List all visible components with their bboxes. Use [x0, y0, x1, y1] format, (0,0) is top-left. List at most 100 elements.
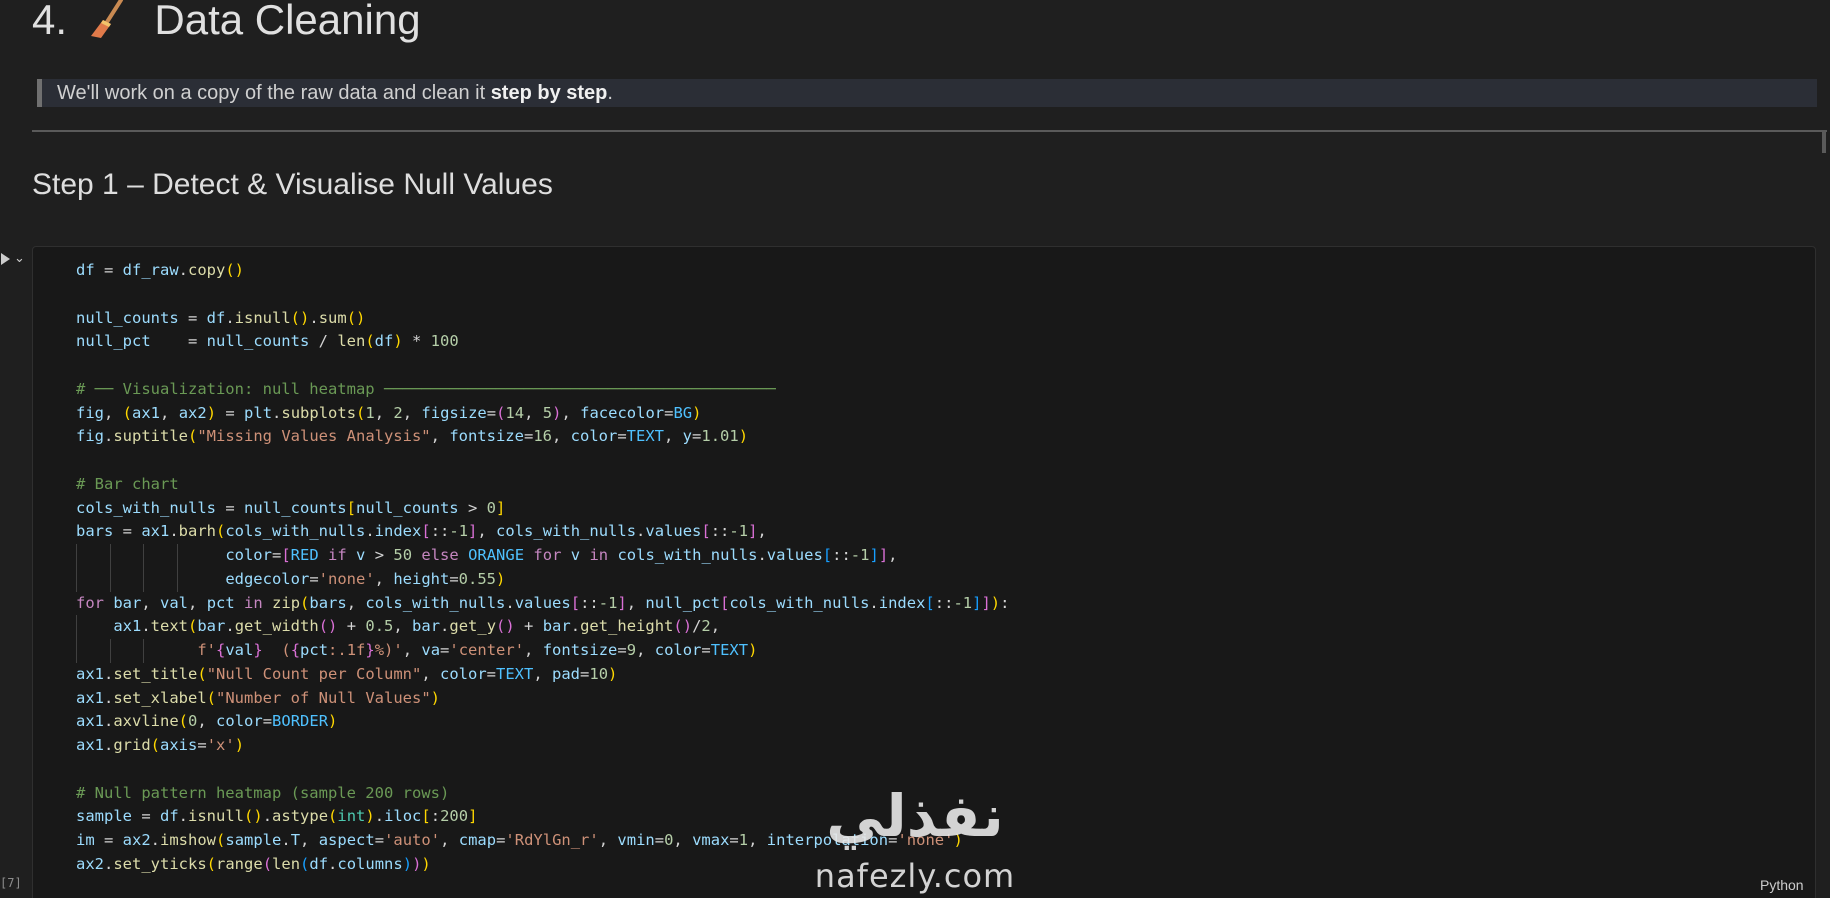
horizontal-rule — [32, 130, 1827, 132]
code-token: ( — [216, 831, 226, 849]
code-token: = — [486, 403, 497, 422]
code-token: height — [393, 569, 450, 588]
code-token: 16 — [533, 427, 552, 446]
scrollbar-thumb[interactable] — [1822, 131, 1826, 153]
code-token: = — [654, 831, 665, 849]
code-token: , — [524, 403, 543, 422]
code-token: . — [440, 617, 450, 636]
code-token: , — [673, 831, 693, 849]
code-token: 14 — [505, 403, 525, 422]
code-token: cols_with_nulls — [496, 522, 637, 541]
code-token: values — [645, 522, 702, 541]
code-token: = — [449, 569, 459, 588]
code-token: } — [253, 641, 263, 659]
code-token: pct — [300, 641, 329, 659]
code-token: = — [523, 427, 534, 446]
code-token: get_y — [449, 617, 497, 636]
code-token: ORANGE — [468, 546, 525, 564]
code-token: -1 — [598, 593, 618, 612]
code-token: () — [346, 308, 366, 327]
code-token: BG — [673, 403, 693, 422]
code-line: null_pct = null_counts / len(df) * 100 — [76, 330, 1009, 354]
code-token: ) — [206, 403, 217, 422]
code-token: 0 — [188, 712, 198, 731]
code-token: im — [76, 831, 95, 849]
code-token: . — [104, 854, 114, 873]
code-token: %)' — [374, 641, 403, 659]
code-token: cols_with_nulls — [617, 546, 758, 564]
code-token: ) — [393, 332, 403, 351]
code-token: = — [132, 807, 160, 826]
code-line: ax1.grid(axis='x') — [76, 734, 1009, 758]
code-token: sum — [318, 308, 347, 327]
code-token: -1 — [449, 522, 469, 541]
code-token: , — [141, 593, 161, 612]
code-token: } — [365, 641, 375, 659]
code-token: # ── Visualization: null heatmap ───────… — [76, 379, 776, 398]
code-token: ax1 — [76, 712, 104, 731]
code-token: = — [729, 831, 739, 849]
code-token: ax1 — [141, 522, 170, 541]
code-token: astype — [272, 807, 329, 826]
code-line: ax1.set_title("Null Count per Column", c… — [76, 663, 1009, 687]
code-token: range — [216, 854, 263, 873]
code-token: color — [570, 427, 618, 446]
code-token: aspect — [318, 831, 375, 849]
code-token: ( — [206, 854, 217, 873]
indent-guide — [76, 639, 77, 663]
code-token: ( — [262, 641, 291, 659]
code-token: / — [692, 617, 702, 636]
code-token: TEXT — [710, 641, 749, 659]
code-token: { — [216, 641, 226, 659]
code-token: = — [113, 522, 142, 541]
code-token: pad — [552, 664, 581, 683]
code-token: , — [626, 593, 646, 612]
quote-text: We'll work on a copy of the raw data and… — [57, 82, 491, 104]
watermark-logo: نفذلي nafezly.com — [800, 780, 1030, 898]
code-token: ) — [412, 854, 422, 873]
language-selector[interactable]: Python — [1760, 877, 1804, 893]
code-token: "Number of Null Values" — [216, 688, 431, 707]
code-line: ax1.axvline(0, color=BORDER) — [76, 710, 1009, 734]
code-token: , — [598, 831, 618, 849]
chevron-down-icon[interactable]: ⌄ — [14, 250, 28, 266]
indent-guide — [109, 639, 111, 663]
blockquote: We'll work on a copy of the raw data and… — [37, 79, 1817, 107]
code-token: null_pct — [76, 332, 151, 351]
code-token: , — [104, 403, 123, 422]
code-token: 100 — [430, 332, 459, 351]
code-token: cmap — [458, 831, 497, 849]
code-token: , — [524, 641, 543, 659]
code-token: cols_with_nulls — [365, 593, 506, 612]
code-token: ( — [300, 593, 310, 612]
play-icon[interactable] — [0, 250, 14, 268]
code-token: , — [402, 641, 422, 659]
code-token: len — [272, 854, 301, 873]
code-token: ax2 — [76, 854, 104, 873]
code-token: ( — [150, 736, 161, 754]
code-token: 'x' — [206, 736, 235, 754]
code-token: = — [617, 641, 627, 659]
code-token: ] — [748, 522, 758, 541]
code-token: = — [580, 664, 590, 683]
code-token: 0 — [486, 498, 496, 517]
indent-guide — [76, 567, 77, 592]
code-line: # ── Visualization: null heatmap ───────… — [76, 378, 1009, 402]
code-token: 'auto' — [384, 831, 441, 849]
code-token: > — [365, 546, 394, 564]
code-token: () — [290, 308, 310, 327]
indent-guide — [109, 567, 111, 592]
code-token: ( — [300, 854, 310, 873]
code-token: ) — [328, 712, 338, 731]
code-token: copy — [188, 261, 226, 279]
code-token: v — [356, 546, 366, 564]
code-token: null_pct — [645, 593, 721, 612]
code-token: ax2 — [122, 831, 151, 849]
code-token: ( — [365, 332, 375, 351]
code-token: , — [748, 831, 767, 849]
code-token: suptitle — [113, 427, 188, 446]
code-token: cols_with_nulls — [729, 593, 870, 612]
section-number: 4. — [32, 0, 68, 43]
